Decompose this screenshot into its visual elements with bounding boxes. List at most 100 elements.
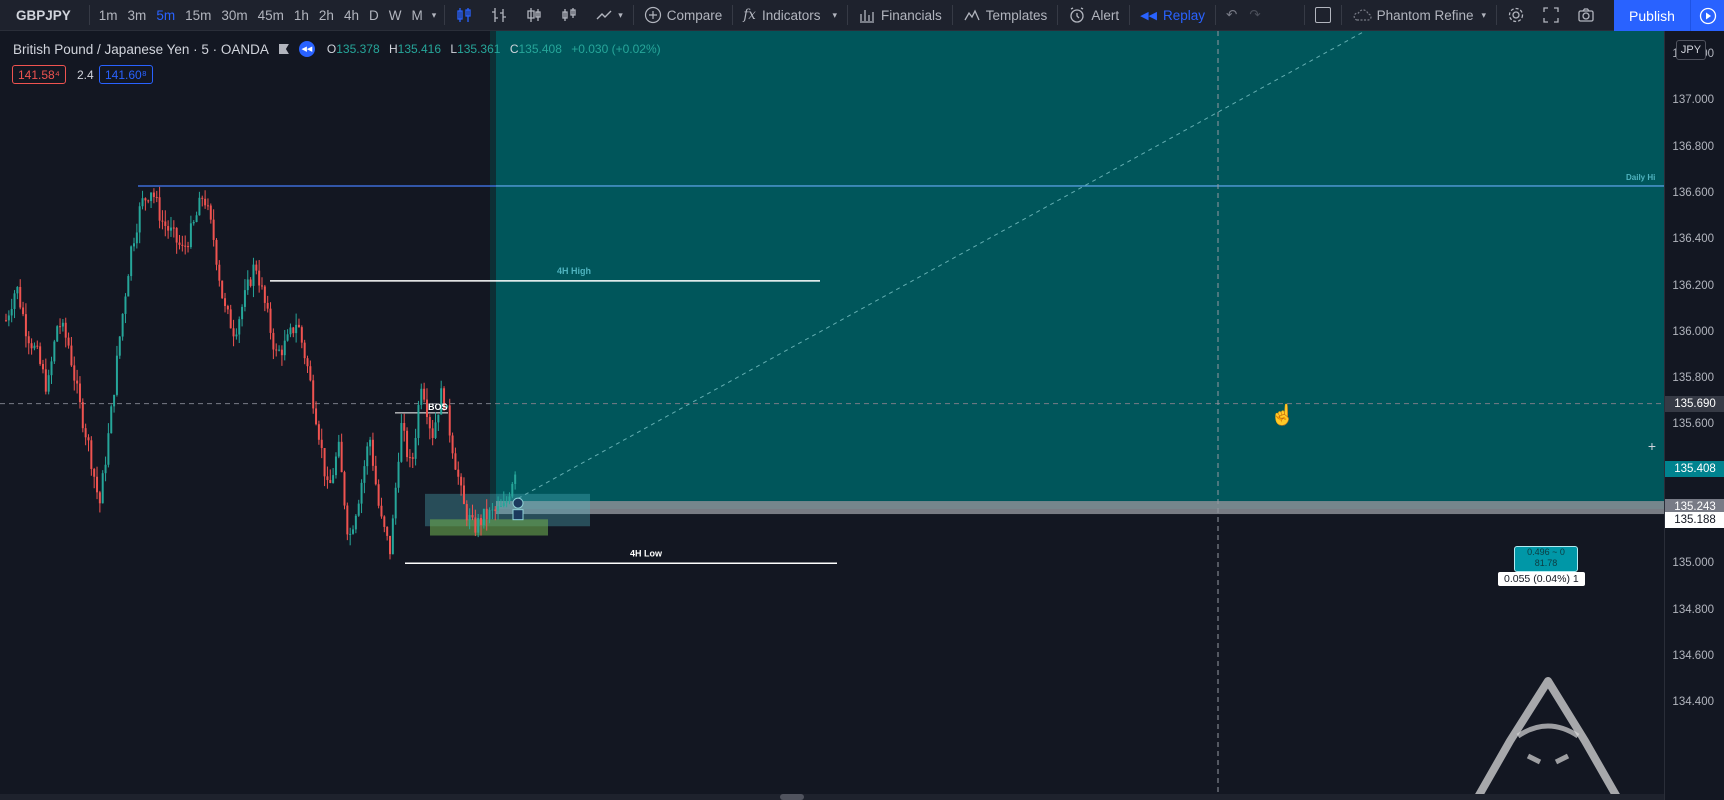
candle-body [334, 456, 337, 476]
toolbar-divider [1340, 5, 1342, 25]
toolbar-divider [632, 5, 634, 25]
replay-button[interactable]: ◀◀ Replay [1134, 0, 1211, 31]
candle-body [306, 358, 309, 367]
crosshair-plus-icon[interactable]: + [1644, 438, 1660, 454]
price-tick: 136.000 [1672, 325, 1714, 338]
level-band [496, 501, 1664, 515]
publish-button[interactable]: Publish [1614, 0, 1690, 31]
replay-indicator-icon[interactable]: ◀◀ [298, 41, 315, 57]
price-scale[interactable]: 137.200137.000136.800136.600136.400136.2… [1664, 31, 1724, 800]
financials-label: Financials [881, 7, 942, 23]
interval-D[interactable]: D [364, 8, 384, 23]
scroll-thumb[interactable] [780, 794, 804, 800]
chart-style-line-button[interactable]: ▾ [589, 0, 629, 31]
candle-body [226, 305, 229, 310]
bid-price[interactable]: 141.58⁴ [12, 65, 66, 84]
select-layout-button[interactable] [1309, 0, 1337, 31]
high-value: 135.416 [397, 42, 442, 56]
candle-body [64, 322, 67, 338]
alert-button[interactable]: Alert [1062, 0, 1125, 31]
financials-button[interactable]: Financials [852, 0, 948, 31]
interval-dropdown-icon[interactable]: ▾ [428, 10, 441, 21]
candle-body [113, 394, 116, 407]
candle-body [417, 404, 420, 439]
legend-title[interactable]: British Pound / Japanese Yen · 5 · OANDA [13, 42, 269, 57]
settings-button[interactable] [1501, 0, 1536, 31]
candle-body [184, 245, 187, 247]
price-tag-crosshair: 135.690 [1665, 395, 1724, 412]
interval-5m[interactable]: 5m [151, 8, 180, 23]
replay-label: Replay [1163, 7, 1206, 23]
candle-body [255, 264, 258, 271]
candle-body [337, 441, 340, 457]
candle-body [497, 506, 500, 511]
flag-icon[interactable] [278, 44, 289, 54]
interval-30m[interactable]: 30m [216, 8, 252, 23]
interval-1h[interactable]: 1h [289, 8, 314, 23]
candle-body [104, 464, 107, 474]
interval-3m[interactable]: 3m [123, 8, 152, 23]
price-chart[interactable]: 4H High 4H Low BOS Daily Hi ☝ [0, 31, 1664, 800]
symbol-search[interactable]: GBPJPY [0, 8, 85, 23]
candle-body [340, 441, 343, 473]
chart-style-candles-button[interactable] [449, 0, 484, 31]
candle-body [204, 198, 207, 206]
candle-body [87, 437, 90, 441]
candle-body [380, 505, 383, 517]
bars-icon [492, 8, 507, 22]
interval-W[interactable]: W [384, 8, 407, 23]
candle-body [218, 264, 221, 281]
snapshot-button[interactable] [1571, 0, 1606, 31]
candle-body [312, 380, 315, 409]
toolbar-divider [1496, 5, 1497, 25]
candle-body [50, 361, 53, 376]
ask-price[interactable]: 141.60⁸ [99, 65, 153, 84]
h4-high-label: 4H High [557, 266, 591, 276]
candle-body [229, 309, 232, 329]
layout-name-button[interactable]: Phantom Refine ▾ [1346, 0, 1492, 31]
candle-body [19, 286, 22, 308]
candle-body [471, 514, 474, 518]
chart-style-heikin-button[interactable] [554, 0, 589, 31]
candle-body [252, 264, 255, 286]
candle-body [209, 205, 212, 220]
candle-body [474, 517, 477, 533]
chart-style-hollow-button[interactable] [519, 0, 554, 31]
interval-1m[interactable]: 1m [94, 8, 123, 23]
candle-body [53, 341, 56, 362]
play-circle-icon [1699, 7, 1716, 24]
demand-zone [430, 519, 548, 536]
chart-pane[interactable]: 4H High 4H Low BOS Daily Hi ☝ [0, 31, 1664, 800]
compare-button[interactable]: Compare [638, 0, 729, 31]
candle-body [326, 476, 329, 481]
interval-45m[interactable]: 45m [253, 8, 289, 23]
measure-start-dot [512, 497, 524, 509]
candle-body [514, 474, 517, 484]
redo-button[interactable]: ↷ [1243, 0, 1266, 31]
candle-body [297, 324, 300, 328]
interval-2h[interactable]: 2h [314, 8, 339, 23]
candle-body [354, 515, 357, 530]
candle-body [84, 428, 87, 438]
time-scale-scrollbar[interactable] [0, 794, 1664, 800]
interval-15m[interactable]: 15m [180, 8, 216, 23]
candle-body [286, 334, 289, 341]
indicator-templates-dropdown[interactable]: ▾ [826, 0, 843, 31]
templates-button[interactable]: Templates [957, 0, 1054, 31]
candle-body [241, 306, 244, 320]
candle-body [175, 227, 178, 243]
interval-4h[interactable]: 4h [339, 8, 364, 23]
candle-body [138, 206, 141, 233]
candle-body [389, 535, 391, 555]
candle-body [36, 345, 39, 347]
toolbar-divider [951, 5, 953, 25]
interval-M[interactable]: M [406, 8, 427, 23]
undo-icon: ↶ [1226, 7, 1238, 22]
fullscreen-button[interactable] [1536, 0, 1571, 31]
chart-style-bars-button[interactable] [484, 0, 519, 31]
replay-play-button[interactable] [1690, 0, 1724, 31]
currency-badge[interactable]: JPY [1676, 40, 1706, 60]
undo-button[interactable]: ↶ [1220, 0, 1243, 31]
watermark-logo [1471, 677, 1624, 800]
indicators-button[interactable]: fx Indicators [737, 0, 826, 31]
